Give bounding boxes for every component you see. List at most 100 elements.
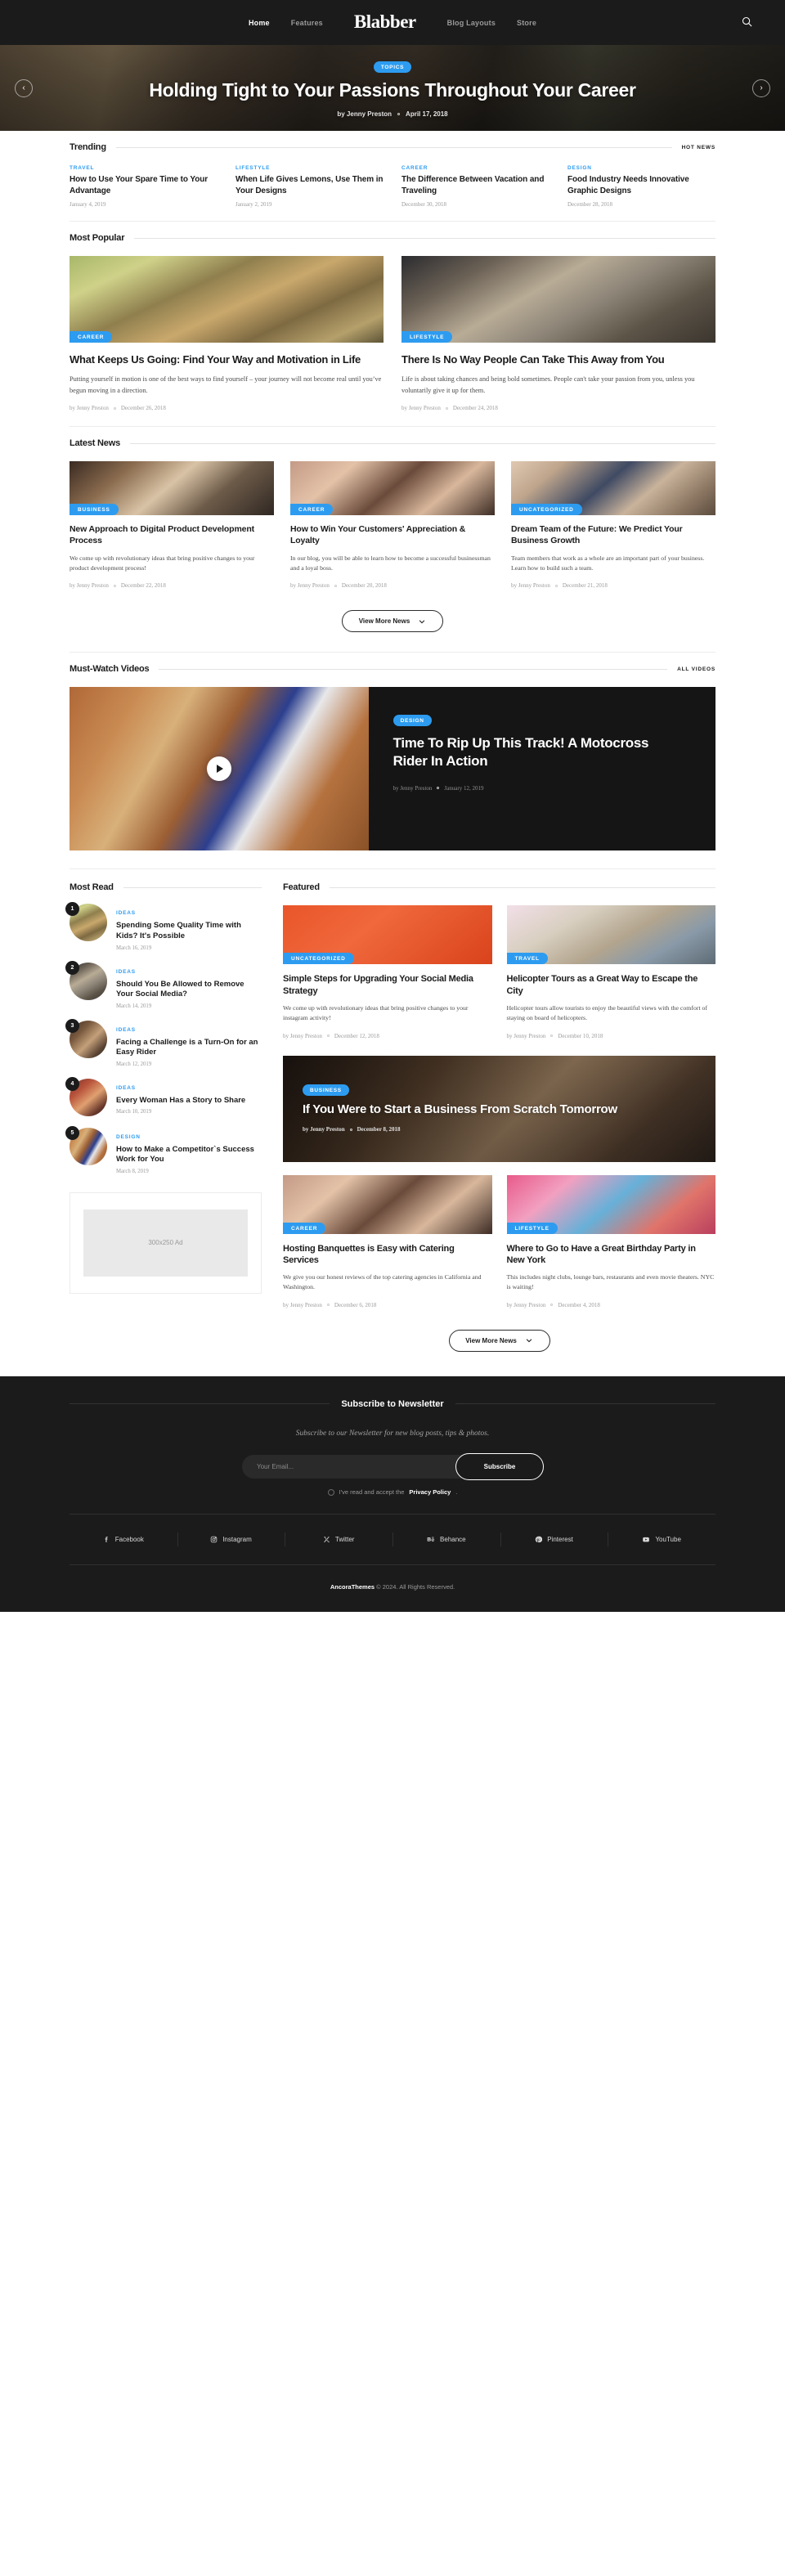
nav-item-store[interactable]: Store <box>517 19 536 27</box>
article-card[interactable]: UNCATEGORIZED Simple Steps for Upgrading… <box>283 905 492 1039</box>
social-link-behance[interactable]: Behance <box>392 1533 500 1547</box>
category-label[interactable]: DESIGN <box>116 1134 141 1140</box>
article-title[interactable]: Spending Some Quality Time with Kids? It… <box>116 921 262 941</box>
trending-item[interactable]: CAREER The Difference Between Vacation a… <box>401 165 550 208</box>
article-thumbnail[interactable]: LIFESTYLE <box>506 1174 715 1234</box>
nav-item-home[interactable]: Home <box>249 19 270 27</box>
article-card[interactable]: CAREER Hosting Banquettes is Easy with C… <box>283 1174 492 1308</box>
article-title[interactable]: There Is No Way People Can Take This Awa… <box>401 353 715 366</box>
article-title[interactable]: Facing a Challenge is a Turn-On for an E… <box>116 1038 262 1058</box>
article-title[interactable]: If You Were to Start a Business From Scr… <box>303 1102 715 1118</box>
article-title[interactable]: Every Woman Has a Story to Share <box>116 1096 245 1106</box>
article-thumbnail[interactable]: LIFESTYLE <box>401 256 715 343</box>
avatar[interactable]: 4 <box>65 1076 107 1116</box>
article-title[interactable]: How to Win Your Customers' Appreciation … <box>290 524 495 546</box>
hot-news-link[interactable]: HOT NEWS <box>682 145 715 150</box>
social-link-facebook[interactable]: Facebook <box>70 1533 177 1546</box>
article-title[interactable]: How to Make a Competitor`s Success Work … <box>116 1145 262 1165</box>
list-item[interactable]: 1 IDEAS Spending Some Quality Time with … <box>65 902 262 951</box>
category-label[interactable]: IDEAS <box>116 1027 136 1033</box>
video-title[interactable]: Time To Rip Up This Track! A Motocross R… <box>393 734 686 770</box>
hero-prev-arrow[interactable]: ‹ <box>15 79 33 97</box>
category-label[interactable]: IDEAS <box>116 969 136 975</box>
article-thumbnail[interactable]: CAREER <box>70 256 384 343</box>
avatar[interactable]: 1 <box>65 902 107 942</box>
category-label[interactable]: CAREER <box>401 165 550 171</box>
trending-item[interactable]: TRAVEL How to Use Your Spare Time to You… <box>70 165 218 208</box>
article-title[interactable]: Hosting Banquettes is Easy with Catering… <box>283 1243 492 1266</box>
search-icon[interactable] <box>741 16 756 30</box>
nav-item-blog-layouts[interactable]: Blog Layouts <box>447 19 496 27</box>
category-badge[interactable]: CAREER <box>283 1222 326 1234</box>
article-title[interactable]: Dream Team of the Future: We Predict You… <box>511 524 715 546</box>
article-title[interactable]: Food Industry Needs Innovative Graphic D… <box>567 174 715 196</box>
category-label[interactable]: DESIGN <box>567 165 715 171</box>
category-badge[interactable]: BUSINESS <box>303 1084 349 1096</box>
site-logo[interactable]: Blabber <box>354 12 416 31</box>
nav-item-features[interactable]: Features <box>291 19 323 27</box>
avatar[interactable]: 2 <box>65 960 107 1000</box>
video-thumbnail[interactable] <box>70 687 369 851</box>
article-card[interactable]: LIFESTYLE Where to Go to Have a Great Bi… <box>506 1174 716 1308</box>
article-card[interactable]: CAREER How to Win Your Customers' Apprec… <box>290 461 495 589</box>
featured-wide-card[interactable]: BUSINESS If You Were to Start a Business… <box>283 1055 715 1162</box>
article-title[interactable]: Should You Be Allowed to Remove Your Soc… <box>116 980 262 1000</box>
avatar[interactable]: 5 <box>65 1125 107 1165</box>
social-link-twitter[interactable]: Twitter <box>285 1533 392 1547</box>
article-title[interactable]: When Life Gives Lemons, Use Them in Your… <box>236 174 384 196</box>
copyright-brand[interactable]: AncoraThemes <box>330 1583 375 1591</box>
subscribe-button[interactable]: Subscribe <box>455 1453 544 1481</box>
advertisement-placeholder[interactable]: 300x250 Ad <box>70 1192 262 1294</box>
article-title[interactable]: Simple Steps for Upgrading Your Social M… <box>283 973 492 996</box>
article-card[interactable]: BUSINESS New Approach to Digital Product… <box>70 461 274 589</box>
category-badge[interactable]: BUSINESS <box>70 504 119 516</box>
category-label[interactable]: IDEAS <box>116 910 136 916</box>
article-title[interactable]: New Approach to Digital Product Developm… <box>70 524 274 546</box>
list-item[interactable]: 4 IDEAS Every Woman Has a Story to Share… <box>65 1076 262 1116</box>
all-videos-link[interactable]: ALL VIDEOS <box>677 666 715 672</box>
article-card[interactable]: CAREER What Keeps Us Going: Find Your Wa… <box>70 256 384 411</box>
avatar[interactable]: 3 <box>65 1018 107 1058</box>
category-badge[interactable]: TRAVEL <box>506 953 548 965</box>
list-item[interactable]: 5 DESIGN How to Make a Competitor`s Succ… <box>65 1125 262 1174</box>
article-card[interactable]: LIFESTYLE There Is No Way People Can Tak… <box>401 256 715 411</box>
article-thumbnail[interactable]: TRAVEL <box>506 905 715 965</box>
category-badge[interactable]: LIFESTYLE <box>401 331 453 343</box>
email-field[interactable] <box>242 1463 455 1471</box>
article-title[interactable]: Helicopter Tours as a Great Way to Escap… <box>507 973 716 996</box>
article-thumbnail[interactable]: UNCATEGORIZED <box>511 461 715 516</box>
article-thumbnail[interactable]: CAREER <box>290 461 495 516</box>
list-item[interactable]: 3 IDEAS Facing a Challenge is a Turn-On … <box>65 1018 262 1067</box>
article-title[interactable]: The Difference Between Vacation and Trav… <box>401 174 550 196</box>
category-label[interactable]: IDEAS <box>116 1085 136 1091</box>
category-badge[interactable]: LIFESTYLE <box>506 1222 558 1234</box>
category-label[interactable]: LIFESTYLE <box>236 165 384 171</box>
social-link-youtube[interactable]: YouTube <box>608 1533 715 1547</box>
category-badge[interactable]: DESIGN <box>392 715 432 727</box>
article-thumbnail[interactable]: UNCATEGORIZED <box>283 905 492 965</box>
article-title[interactable]: What Keeps Us Going: Find Your Way and M… <box>70 353 384 366</box>
article-thumbnail[interactable]: BUSINESS <box>70 461 274 516</box>
article-card[interactable]: TRAVEL Helicopter Tours as a Great Way t… <box>506 905 716 1039</box>
article-card[interactable]: UNCATEGORIZED Dream Team of the Future: … <box>511 461 715 589</box>
list-item[interactable]: 2 IDEAS Should You Be Allowed to Remove … <box>65 960 262 1009</box>
hero-category-badge[interactable]: TOPICS <box>373 61 412 74</box>
privacy-policy-link[interactable]: Privacy Policy <box>409 1488 451 1496</box>
article-thumbnail[interactable]: CAREER <box>283 1174 492 1234</box>
view-more-featured-button[interactable]: View More News <box>448 1329 550 1352</box>
consent-checkbox[interactable] <box>327 1488 334 1496</box>
trending-item[interactable]: DESIGN Food Industry Needs Innovative Gr… <box>567 165 715 208</box>
category-badge[interactable]: UNCATEGORIZED <box>283 953 354 965</box>
category-badge[interactable]: UNCATEGORIZED <box>511 504 582 516</box>
trending-item[interactable]: LIFESTYLE When Life Gives Lemons, Use Th… <box>236 165 384 208</box>
play-button-icon[interactable] <box>206 756 231 782</box>
category-label[interactable]: TRAVEL <box>70 165 218 171</box>
article-title[interactable]: Where to Go to Have a Great Birthday Par… <box>507 1243 716 1266</box>
hero-next-arrow[interactable]: › <box>752 79 770 97</box>
category-badge[interactable]: CAREER <box>70 331 113 343</box>
article-title[interactable]: How to Use Your Spare Time to Your Advan… <box>70 174 218 196</box>
view-more-news-button[interactable]: View More News <box>342 610 443 633</box>
category-badge[interactable]: CAREER <box>290 504 334 516</box>
social-link-instagram[interactable]: Instagram <box>177 1533 285 1547</box>
social-link-pinterest[interactable]: Pinterest <box>500 1533 608 1547</box>
